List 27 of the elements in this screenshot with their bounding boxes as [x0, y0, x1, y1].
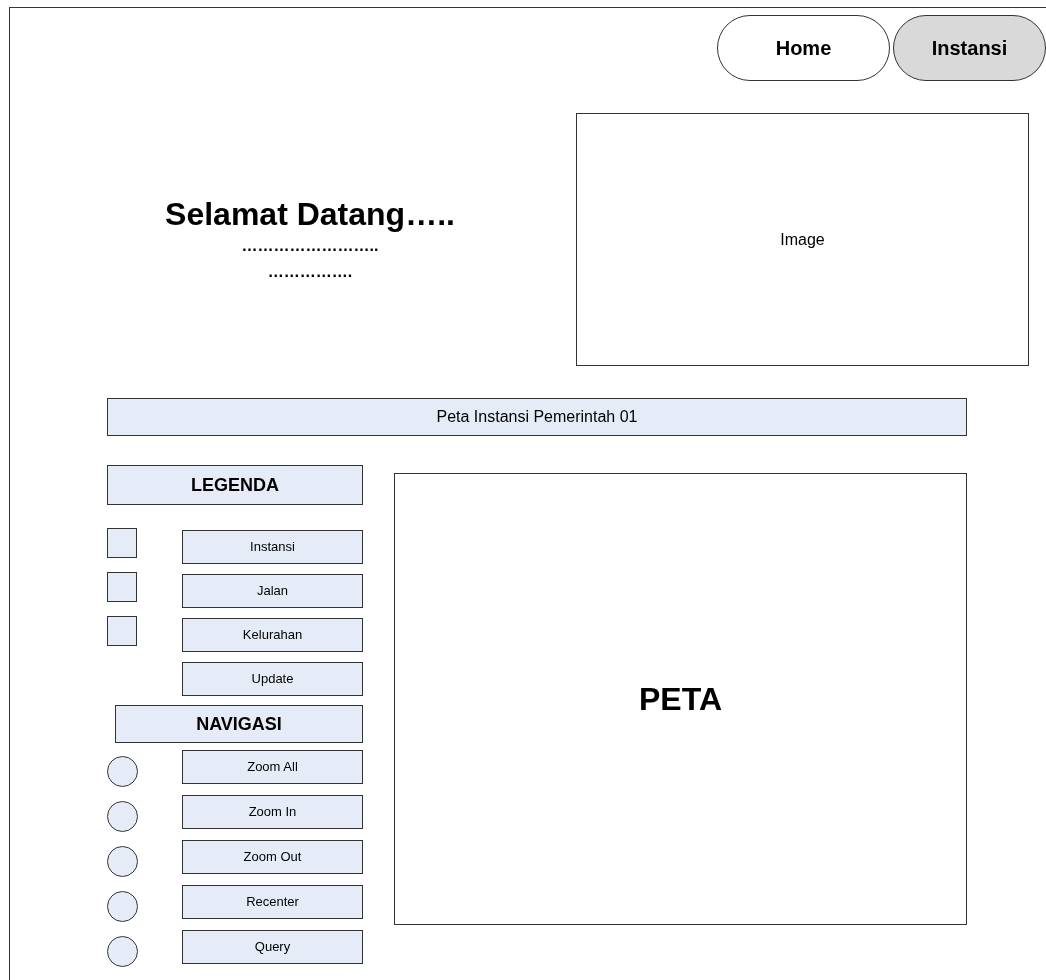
map-area: PETA — [394, 473, 967, 925]
navigation-button[interactable]: Zoom In — [182, 795, 363, 829]
radio-button[interactable] — [107, 845, 138, 877]
nav-tab[interactable]: Home — [717, 15, 890, 81]
legend-header: LEGENDA — [107, 465, 363, 505]
legend-checkbox[interactable] — [107, 616, 137, 646]
legend-checkbox[interactable] — [107, 528, 137, 558]
radio-button[interactable] — [107, 890, 138, 922]
navigation-button[interactable]: Recenter — [182, 885, 363, 919]
navigation-button[interactable]: Zoom All — [182, 750, 363, 784]
legend-button[interactable]: Kelurahan — [182, 618, 363, 652]
map-title-bar: Peta Instansi Pemerintah 01 — [107, 398, 967, 436]
radio-button[interactable] — [107, 755, 138, 787]
legend-button[interactable]: Update — [182, 662, 363, 696]
navigation-button[interactable]: Zoom Out — [182, 840, 363, 874]
nav-tab[interactable]: Instansi — [893, 15, 1046, 81]
legend-button[interactable]: Instansi — [182, 530, 363, 564]
navigation-button[interactable]: Query — [182, 930, 363, 964]
legend-button[interactable]: Jalan — [182, 574, 363, 608]
navigation-header: NAVIGASI — [115, 705, 363, 743]
placeholder-dots: …………………….. — [241, 235, 379, 256]
radio-button[interactable] — [107, 800, 138, 832]
welcome-title: Selamat Datang….. — [165, 194, 455, 233]
legend-checkbox[interactable] — [107, 572, 137, 602]
radio-button[interactable] — [107, 935, 138, 967]
image-label: Image — [780, 229, 825, 250]
placeholder-dots: ……………. — [267, 261, 353, 282]
